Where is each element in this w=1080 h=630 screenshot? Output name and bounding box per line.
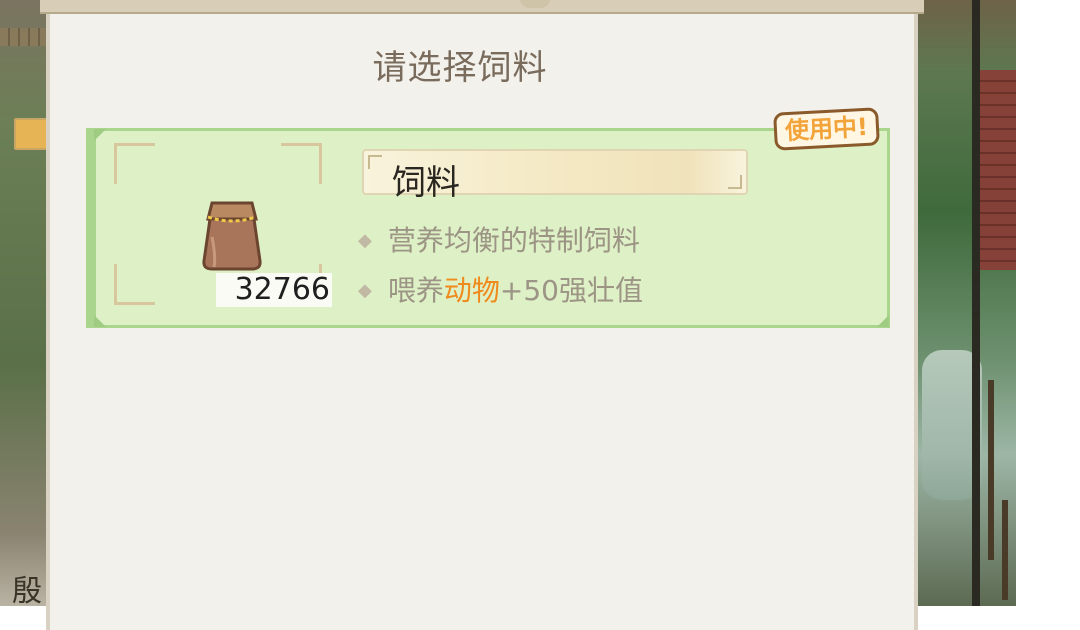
- description-text: 营养均衡的特制饲料: [387, 224, 640, 257]
- card-corner: [877, 315, 889, 327]
- frame-corner: [281, 143, 322, 184]
- item-effect: ◆ 喂养动物+50强壮值: [358, 269, 643, 309]
- scene-wall: [0, 28, 48, 46]
- feed-bag-icon: [202, 201, 262, 271]
- frame-corner: [114, 264, 155, 305]
- item-count: 32766: [216, 273, 332, 307]
- effect-target: 动物: [443, 274, 500, 307]
- scene-right-strip: [918, 0, 1016, 606]
- scene-pole: [988, 380, 994, 560]
- item-description: ◆ 营养均衡的特制饲料: [358, 219, 640, 259]
- effect-prefix: 喂养: [387, 274, 444, 307]
- feed-item-card[interactable]: 32766 饲料 ◆ 营养均衡的特制饲料 ◆ 喂养动物+50强壮值: [86, 128, 890, 328]
- modal-title: 请选择饲料: [372, 48, 548, 88]
- scene-banner: [14, 118, 48, 150]
- frame-corner: [114, 143, 155, 184]
- item-name: 饲料: [392, 163, 460, 203]
- scene-divider: [972, 0, 980, 606]
- card-corner: [94, 315, 106, 327]
- in-use-badge: 使用中!: [773, 107, 880, 151]
- scene-left-strip: [0, 0, 48, 606]
- scene-label-char: 殷: [12, 574, 42, 609]
- bullet-icon: ◆: [358, 230, 372, 251]
- panel-top-ornament: [520, 0, 550, 8]
- scene-pole: [1002, 500, 1008, 600]
- effect-value: +50强壮值: [499, 274, 643, 307]
- card-corner: [94, 129, 106, 141]
- bullet-icon: ◆: [358, 280, 372, 301]
